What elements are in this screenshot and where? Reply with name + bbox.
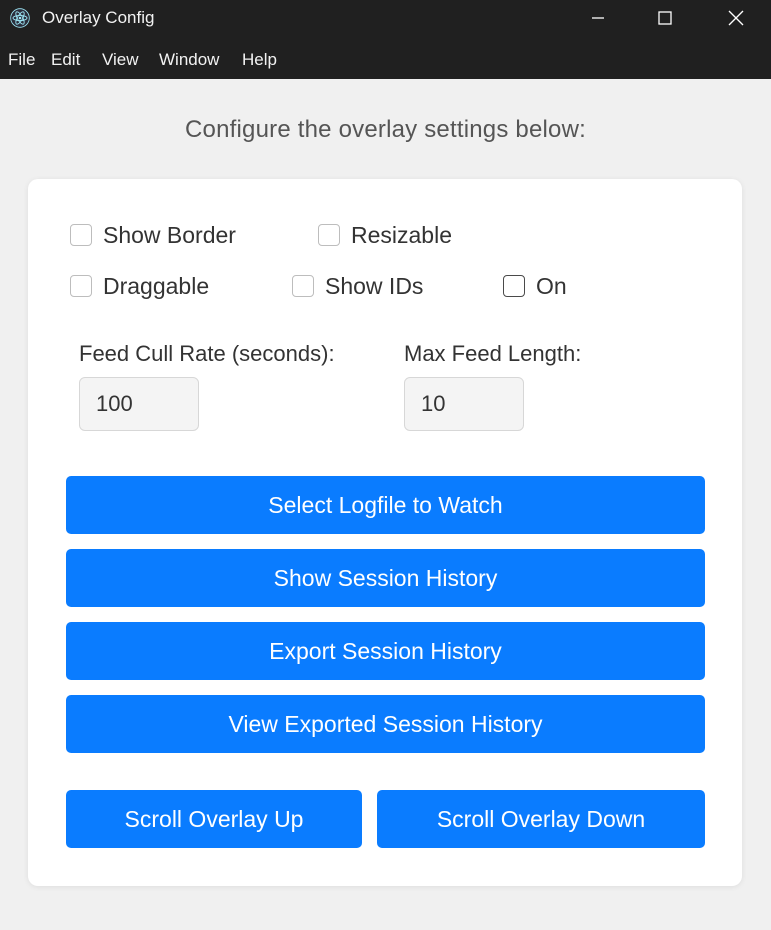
feed-cull-rate-label: Feed Cull Rate (seconds): (79, 341, 335, 366)
minimize-button[interactable] (568, 0, 628, 36)
window-title: Overlay Config (42, 8, 155, 27)
on-label: On (536, 272, 567, 299)
show-ids-checkbox[interactable]: Show IDs (292, 272, 423, 300)
view-exported-session-history-button[interactable]: View Exported Session History (66, 695, 705, 753)
resizable-checkbox[interactable]: Resizable (318, 221, 452, 249)
title-bar: Overlay Config (0, 0, 771, 36)
menu-file[interactable]: File (8, 50, 35, 70)
maximize-button[interactable] (635, 0, 695, 36)
scroll-overlay-down-button[interactable]: Scroll Overlay Down (377, 790, 705, 848)
settings-panel: Show Border Resizable Draggable Show IDs… (28, 179, 742, 886)
checkbox-box[interactable] (292, 275, 314, 297)
draggable-checkbox[interactable]: Draggable (70, 272, 209, 300)
menu-window[interactable]: Window (159, 50, 219, 70)
show-border-checkbox[interactable]: Show Border (70, 221, 236, 249)
checkbox-box[interactable] (318, 224, 340, 246)
draggable-label: Draggable (103, 272, 210, 299)
menu-help[interactable]: Help (242, 50, 277, 70)
on-checkbox[interactable]: On (503, 272, 567, 300)
checkbox-box[interactable] (70, 224, 92, 246)
feed-cull-rate-input[interactable] (79, 377, 199, 431)
page-heading: Configure the overlay settings below: (185, 116, 586, 143)
show-session-history-button[interactable]: Show Session History (66, 549, 705, 607)
checkbox-box[interactable] (503, 275, 525, 297)
main-content: Configure the overlay settings below: Sh… (0, 79, 771, 930)
minimize-icon (592, 17, 604, 19)
max-feed-length-label: Max Feed Length: (404, 341, 582, 366)
max-feed-length-input[interactable] (404, 377, 524, 431)
close-icon (728, 10, 744, 26)
menu-view[interactable]: View (102, 50, 139, 70)
menu-edit[interactable]: Edit (51, 50, 80, 70)
electron-atom-icon (10, 8, 30, 28)
maximize-icon (658, 11, 672, 25)
close-button[interactable] (706, 0, 766, 36)
export-session-history-button[interactable]: Export Session History (66, 622, 705, 680)
show-ids-label: Show IDs (325, 272, 424, 299)
select-logfile-button[interactable]: Select Logfile to Watch (66, 476, 705, 534)
checkbox-box[interactable] (70, 275, 92, 297)
show-border-label: Show Border (103, 221, 236, 248)
menu-bar: File Edit View Window Help (0, 36, 771, 79)
resizable-label: Resizable (351, 221, 452, 248)
scroll-overlay-up-button[interactable]: Scroll Overlay Up (66, 790, 362, 848)
